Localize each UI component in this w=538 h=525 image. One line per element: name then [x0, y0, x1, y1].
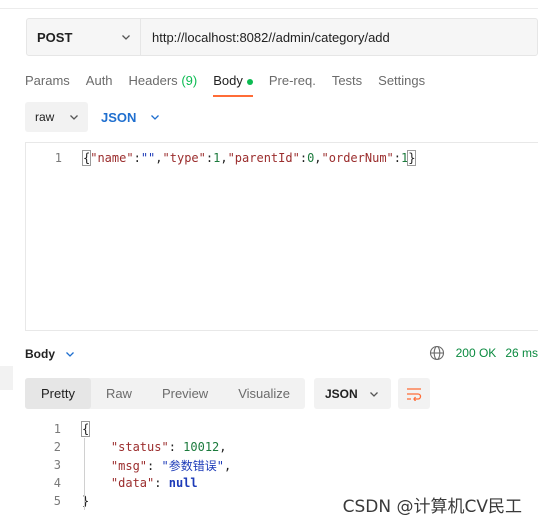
- chevron-down-icon: [370, 391, 378, 397]
- json-comma: ,: [220, 151, 228, 165]
- indent-guide: [84, 438, 85, 510]
- wrap-icon: [407, 387, 422, 401]
- line-number: 1: [53, 422, 61, 436]
- tab-label: Headers: [128, 73, 178, 88]
- tab-visualize[interactable]: Visualize: [223, 378, 305, 409]
- top-divider: [0, 8, 538, 9]
- response-code: {: [80, 421, 91, 437]
- json-comma: ,: [314, 151, 322, 165]
- headers-count: (9): [181, 73, 198, 88]
- response-line: 4 "data": null: [25, 474, 538, 492]
- body-format-select[interactable]: JSON: [101, 110, 160, 125]
- chevron-down-icon: [70, 115, 78, 120]
- response-code: "msg": "参数错误",: [110, 458, 232, 473]
- json-key: "status": [110, 440, 169, 454]
- response-code: "status": 10012,: [110, 440, 227, 454]
- json-key: "msg": [110, 458, 148, 473]
- tab-preview[interactable]: Preview: [147, 378, 223, 409]
- json-null: null: [168, 476, 198, 490]
- body-mode-select[interactable]: raw: [25, 102, 88, 132]
- side-strip: [0, 366, 13, 390]
- globe-icon[interactable]: [429, 345, 445, 361]
- request-tabs: Params Auth Headers (9) Body Pre-req. Te…: [25, 73, 441, 97]
- json-key: "parentId": [227, 151, 300, 165]
- json-number: 10012: [183, 440, 220, 454]
- line-number: 4: [53, 476, 61, 490]
- json-key: "data": [110, 476, 155, 490]
- json-colon: :: [299, 151, 308, 165]
- json-string: "参数错误": [161, 458, 224, 473]
- response-format-select[interactable]: JSON: [314, 378, 391, 409]
- line-number: 5: [53, 494, 61, 508]
- response-header: Body 200 OK 26 ms: [25, 345, 538, 363]
- tab-label: Tests: [331, 73, 363, 88]
- json-brace: }: [407, 150, 417, 166]
- json-string: "": [140, 151, 156, 165]
- line-number: 1: [54, 151, 62, 165]
- body-mode-label: raw: [35, 110, 55, 124]
- json-brace: {: [80, 421, 91, 437]
- response-meta: 200 OK 26 ms: [429, 345, 538, 361]
- response-body-label[interactable]: Body: [25, 347, 55, 361]
- request-bar: POST http://localhost:8082//admin/catego…: [26, 18, 538, 56]
- body-indicator-dot: [246, 78, 253, 85]
- chevron-down-icon: [122, 35, 130, 40]
- tab-pre-request[interactable]: Pre-req.: [269, 73, 316, 88]
- json-key: "orderNum": [321, 151, 394, 165]
- response-code: "data": null: [110, 476, 198, 490]
- json-key: "type": [162, 151, 206, 165]
- response-view-tabs: Pretty Raw Preview Visualize: [25, 378, 305, 409]
- url-input[interactable]: http://localhost:8082//admin/category/ad…: [141, 30, 390, 45]
- request-body-editor[interactable]: 1 {"name":"","type":1,"parentId":0,"orde…: [25, 142, 538, 331]
- response-line: 1 {: [25, 420, 538, 438]
- tab-label: Params: [25, 73, 70, 88]
- tab-pretty[interactable]: Pretty: [25, 378, 91, 409]
- json-comma: ,: [219, 440, 227, 454]
- tab-label: Auth: [85, 73, 113, 88]
- tab-settings[interactable]: Settings: [378, 73, 425, 88]
- editor-code: {"name":"","type":1,"parentId":0,"orderN…: [81, 150, 417, 166]
- line-number: 3: [53, 458, 61, 472]
- json-colon: :: [133, 151, 141, 165]
- editor-line: 1 {"name":"","type":1,"parentId":0,"orde…: [26, 150, 538, 166]
- response-line: 2 "status": 10012,: [25, 438, 538, 456]
- body-options: raw JSON: [25, 102, 538, 132]
- tab-body[interactable]: Body: [213, 73, 253, 97]
- tab-params[interactable]: Params: [25, 73, 70, 88]
- tab-label: Pre-req.: [268, 73, 316, 88]
- line-number: 2: [53, 440, 61, 454]
- method-label: POST: [37, 29, 73, 45]
- watermark: CSDN @计算机CV民工: [342, 497, 522, 517]
- tab-auth[interactable]: Auth: [86, 73, 113, 88]
- tab-tests[interactable]: Tests: [332, 73, 362, 88]
- tab-headers[interactable]: Headers (9): [129, 73, 198, 88]
- tab-label: Body: [213, 73, 243, 88]
- json-comma: ,: [223, 458, 232, 473]
- tab-raw[interactable]: Raw: [91, 378, 147, 409]
- response-time[interactable]: 26 ms: [505, 346, 538, 360]
- status-code[interactable]: 200 OK: [456, 346, 497, 360]
- method-select[interactable]: POST: [27, 19, 141, 55]
- tab-label: Settings: [378, 73, 426, 88]
- json-comma: ,: [155, 151, 163, 165]
- chevron-down-icon[interactable]: [65, 349, 75, 359]
- response-format-label: JSON: [325, 386, 358, 401]
- json-key: "name": [90, 151, 134, 165]
- body-format-label: JSON: [101, 109, 137, 125]
- response-line: 3 "msg": "参数错误",: [25, 456, 538, 474]
- wrap-lines-button[interactable]: [398, 378, 430, 409]
- chevron-down-icon: [151, 115, 160, 120]
- json-colon: :: [393, 151, 402, 165]
